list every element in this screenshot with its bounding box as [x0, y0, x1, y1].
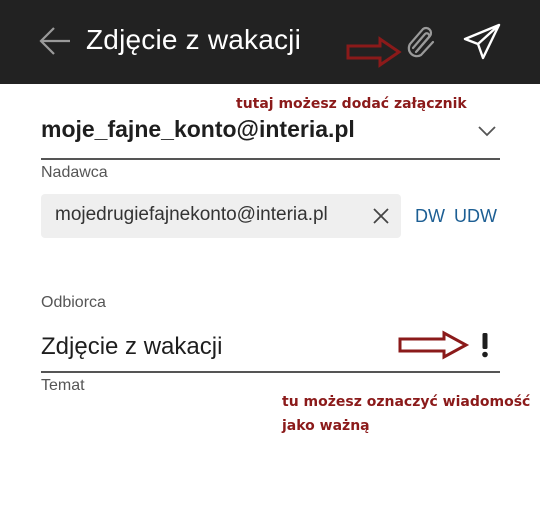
subject-input[interactable]: Zdjęcie z wakacji — [41, 333, 222, 361]
back-arrow-icon[interactable] — [38, 24, 72, 58]
annotation-attachment-note: tutaj możesz dodać załącznik — [236, 96, 467, 112]
importance-exclamation-icon[interactable] — [478, 331, 492, 359]
annotation-importance-note-line2: jako ważną — [282, 418, 370, 434]
send-icon[interactable] — [462, 22, 502, 62]
subject-underline — [41, 371, 500, 373]
subject-label: Temat — [41, 377, 85, 394]
page-title: Zdjęcie z wakacji — [86, 24, 302, 55]
cc-button[interactable]: DW — [415, 206, 445, 227]
annotation-arrow-importance-icon — [398, 330, 470, 360]
recipient-chip-text: mojedrugiefajnekonto@interia.pl — [55, 204, 328, 225]
annotation-arrow-attachment-icon — [346, 36, 402, 68]
recipient-chip[interactable]: mojedrugiefajnekonto@interia.pl — [41, 194, 401, 238]
paperclip-icon[interactable] — [404, 24, 440, 60]
top-app-bar: Zdjęcie z wakacji — [0, 0, 540, 84]
chevron-down-icon[interactable] — [477, 123, 497, 139]
bcc-button[interactable]: UDW — [454, 206, 497, 227]
sender-account[interactable]: moje_fajne_konto@interia.pl — [41, 116, 355, 143]
sender-underline — [41, 158, 500, 160]
sender-label: Nadawca — [41, 164, 108, 181]
annotation-importance-note-line1: tu możesz oznaczyć wiadomość — [282, 394, 531, 410]
recipient-label: Odbiorca — [41, 294, 106, 311]
close-icon[interactable] — [371, 206, 391, 226]
